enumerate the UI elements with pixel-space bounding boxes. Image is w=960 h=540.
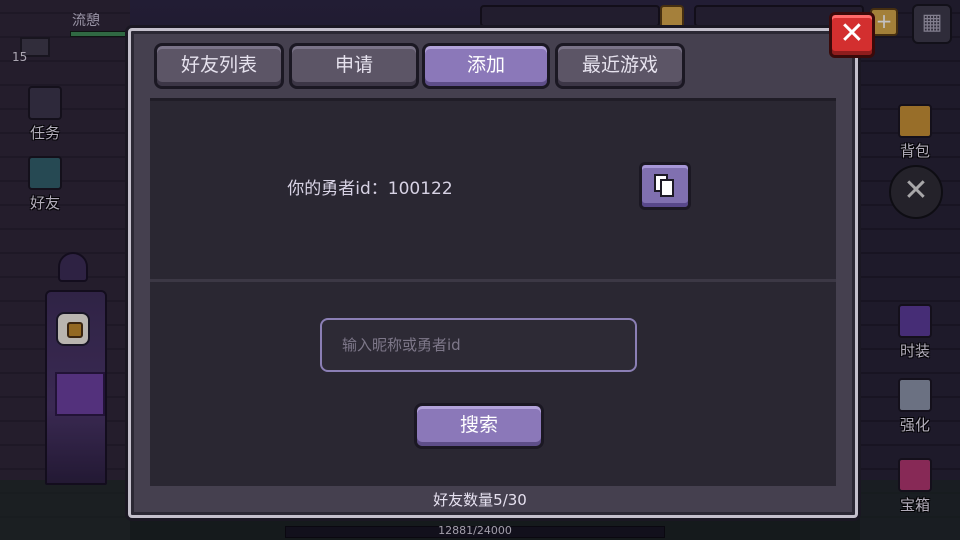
tab-add[interactable]: 添加 <box>422 43 550 89</box>
search-button[interactable]: 搜索 <box>414 403 544 449</box>
section-divider <box>150 279 836 282</box>
close-button[interactable]: ✕ <box>829 12 875 58</box>
tab-requests[interactable]: 申请 <box>289 43 419 89</box>
hero-id-text: 你的勇者id：100122 <box>287 179 453 199</box>
copy-id-button[interactable] <box>639 162 691 210</box>
friend-count: 好友数量5/30 <box>433 491 527 509</box>
tab-recent-games[interactable]: 最近游戏 <box>555 43 685 89</box>
search-input[interactable] <box>320 318 637 372</box>
tab-friend-list[interactable]: 好友列表 <box>154 43 284 89</box>
